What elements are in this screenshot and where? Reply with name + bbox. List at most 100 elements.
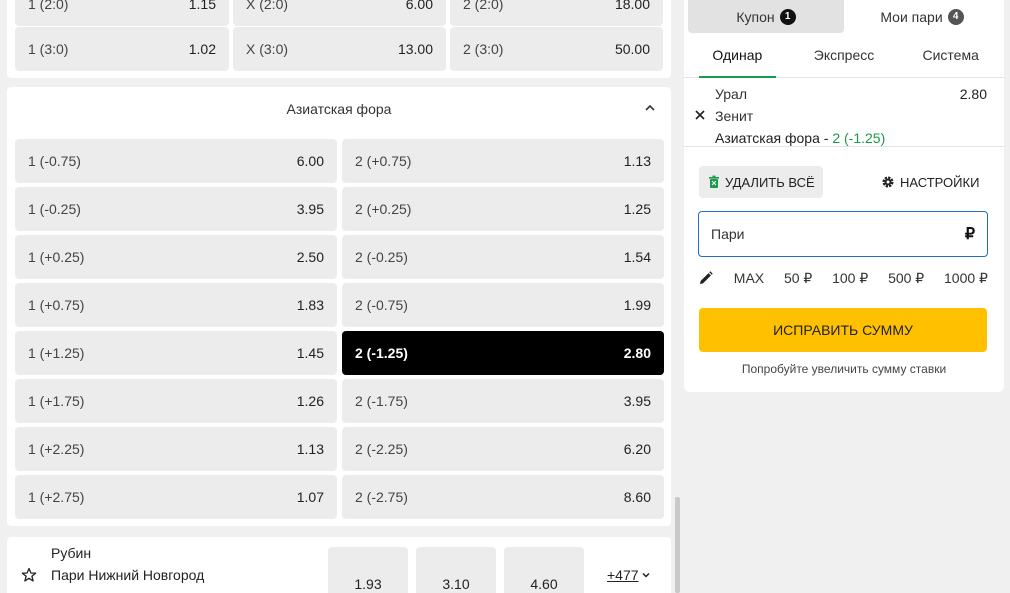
close-icon[interactable] (694, 109, 706, 121)
odd-label: 1 (-0.75) (28, 153, 81, 169)
fix-amount-button[interactable]: ИСПРАВИТЬ СУММУ (699, 308, 987, 352)
odd-label: 2 (+0.75) (355, 153, 412, 169)
trash-icon (709, 175, 719, 188)
pencil-icon[interactable] (698, 270, 714, 286)
odd-value: 2.80 (623, 345, 651, 361)
odd-cell[interactable]: 1 (+0.75) 1.83 (15, 283, 337, 327)
odd-cell[interactable]: X (2:0) 6.00 (233, 0, 446, 26)
team-away: Пари Нижний Новгород (51, 567, 205, 583)
odd-cell[interactable]: 1 (+0.25) 2.50 (15, 235, 337, 279)
odd-cell[interactable]: 2 (2:0) 18.00 (450, 0, 663, 26)
section-header[interactable]: Азиатская фора (7, 87, 671, 131)
chevron-down-icon (642, 572, 650, 578)
tab-single[interactable]: Одинар (684, 45, 791, 78)
odd-value: 13.00 (397, 41, 433, 57)
odd-cell[interactable]: 2 (-2.75) 8.60 (342, 475, 664, 519)
odd-cell[interactable]: 2 (3:0) 50.00 (450, 27, 663, 71)
odd-label: 2 (-1.75) (355, 393, 408, 409)
star-icon[interactable] (21, 567, 37, 583)
quick-stake-50[interactable]: 50 ₽ (784, 270, 812, 287)
stake-placeholder: Пари (711, 226, 745, 242)
stake-input[interactable]: Пари ₽ (698, 211, 988, 257)
chevron-up-icon[interactable] (643, 101, 657, 115)
odd-label: 1 (+0.75) (28, 297, 85, 313)
tab-coupon[interactable]: Купон 1 (688, 0, 844, 33)
odd-label: 2 (-2.25) (355, 441, 408, 457)
odd-value: 3.95 (296, 201, 324, 217)
odd-cell[interactable]: 1 (-0.25) 3.95 (15, 187, 337, 231)
currency-symbol: ₽ (964, 226, 975, 243)
odd-cell[interactable]: 2 (+0.75) 1.13 (342, 139, 664, 183)
market-area: 1 (2:0) 1.15 X (2:0) 6.00 2 (2:0) 18.00 … (0, 0, 674, 593)
odd-cell[interactable]: 1 (+1.75) 1.26 (15, 379, 337, 423)
odd-cell[interactable]: 2 (-0.75) 1.99 (342, 283, 664, 327)
bet-type-tabs: Одинар Экспресс Система (684, 45, 1004, 78)
coupon-count-badge: 1 (779, 8, 796, 25)
odd-label: 1 (+1.75) (28, 393, 85, 409)
odd-label: 1 (2:0) (28, 0, 69, 12)
odd-cell[interactable]: 1 (3:0) 1.02 (15, 27, 229, 71)
odd-away-button[interactable]: 4.60 (504, 547, 584, 593)
odd-draw-button[interactable]: 3.10 (416, 547, 496, 593)
quick-stake-1000[interactable]: 1000 ₽ (944, 270, 988, 287)
odd-value: 4.60 (530, 576, 558, 592)
odd-label: 2 (-0.75) (355, 297, 408, 313)
odd-cell[interactable]: 1 (-0.75) 6.00 (15, 139, 337, 183)
odd-value: 1.02 (188, 41, 216, 57)
odd-value: 1.15 (188, 0, 216, 12)
settings-label: НАСТРОЙКИ (900, 174, 980, 190)
odd-cell[interactable]: 1 (+2.25) 1.13 (15, 427, 337, 471)
bet-team-home: Урал (715, 86, 748, 102)
odd-value: 1.54 (623, 249, 651, 265)
odd-value: 1.45 (296, 345, 324, 361)
odd-cell[interactable]: 1 (+1.25) 1.45 (15, 331, 337, 375)
odd-value: 1.93 (354, 576, 382, 592)
odd-value: 1.99 (623, 297, 651, 313)
odd-label: 1 (+0.25) (28, 249, 85, 265)
odd-label: 1 (+2.25) (28, 441, 85, 457)
quick-stake-100[interactable]: 100 ₽ (832, 270, 868, 287)
odd-label: X (3:0) (246, 41, 289, 57)
tab-system[interactable]: Система (897, 45, 1004, 77)
settings-button[interactable]: НАСТРОЙКИ (881, 166, 979, 198)
odd-cell[interactable]: 1 (+2.75) 1.07 (15, 475, 337, 519)
odd-label: 1 (+1.25) (28, 345, 85, 361)
odd-home-button[interactable]: 1.93 (328, 547, 408, 593)
more-markets-count: +477 (607, 567, 639, 583)
bet-market: Азиатская фора - 2 (-1.25) (715, 130, 885, 146)
odd-cell-selected[interactable]: 2 (-1.25) 2.80 (342, 331, 664, 375)
scrollbar[interactable] (675, 497, 680, 593)
odd-value: 1.26 (296, 393, 324, 409)
odd-label: 1 (+2.75) (28, 489, 85, 505)
asian-handicap-card: Азиатская фора 1 (-0.75) 6.00 2 (+0.75) … (7, 87, 671, 526)
delete-all-button[interactable]: УДАЛИТЬ ВСЁ (699, 166, 823, 198)
odd-label: X (2:0) (246, 0, 289, 12)
tab-coupon-label: Купон (736, 8, 775, 25)
odd-value: 18.00 (614, 0, 650, 12)
odd-cell[interactable]: 2 (+0.25) 1.25 (342, 187, 664, 231)
odd-value: 6.00 (296, 153, 324, 169)
odd-label: 2 (-0.25) (355, 249, 408, 265)
odd-cell[interactable]: 2 (-1.75) 3.95 (342, 379, 664, 423)
odd-label: 1 (3:0) (28, 41, 69, 57)
odd-value: 50.00 (614, 41, 650, 57)
coupon-panel: Купон 1 Мои пари 4 Одинар Экспресс Систе… (684, 0, 1004, 392)
odd-value: 6.20 (623, 441, 651, 457)
odd-value: 1.13 (623, 153, 651, 169)
more-markets-link[interactable]: +477 (607, 567, 651, 583)
quick-stake-bar: MAX 50 ₽ 100 ₽ 500 ₽ 1000 ₽ (698, 268, 988, 288)
odd-cell[interactable]: 2 (-0.25) 1.54 (342, 235, 664, 279)
my-bets-count-badge: 4 (947, 8, 964, 25)
odd-value: 3.10 (442, 576, 470, 592)
odd-cell[interactable]: 1 (2:0) 1.15 (15, 0, 229, 26)
tab-my-bets-label: Мои пари (880, 8, 943, 25)
match-row[interactable]: Рубин Пари Нижний Новгород 1.93 3.10 4.6… (7, 537, 671, 593)
quick-stake-500[interactable]: 500 ₽ (888, 270, 924, 287)
tab-express[interactable]: Экспресс (791, 45, 898, 77)
odd-value: 1.25 (623, 201, 651, 217)
team-home: Рубин (51, 545, 92, 561)
odd-cell[interactable]: X (3:0) 13.00 (233, 27, 446, 71)
tab-my-bets[interactable]: Мои пари 4 (844, 0, 1000, 33)
odd-cell[interactable]: 2 (-2.25) 6.20 (342, 427, 664, 471)
quick-stake-max[interactable]: MAX (734, 270, 764, 286)
